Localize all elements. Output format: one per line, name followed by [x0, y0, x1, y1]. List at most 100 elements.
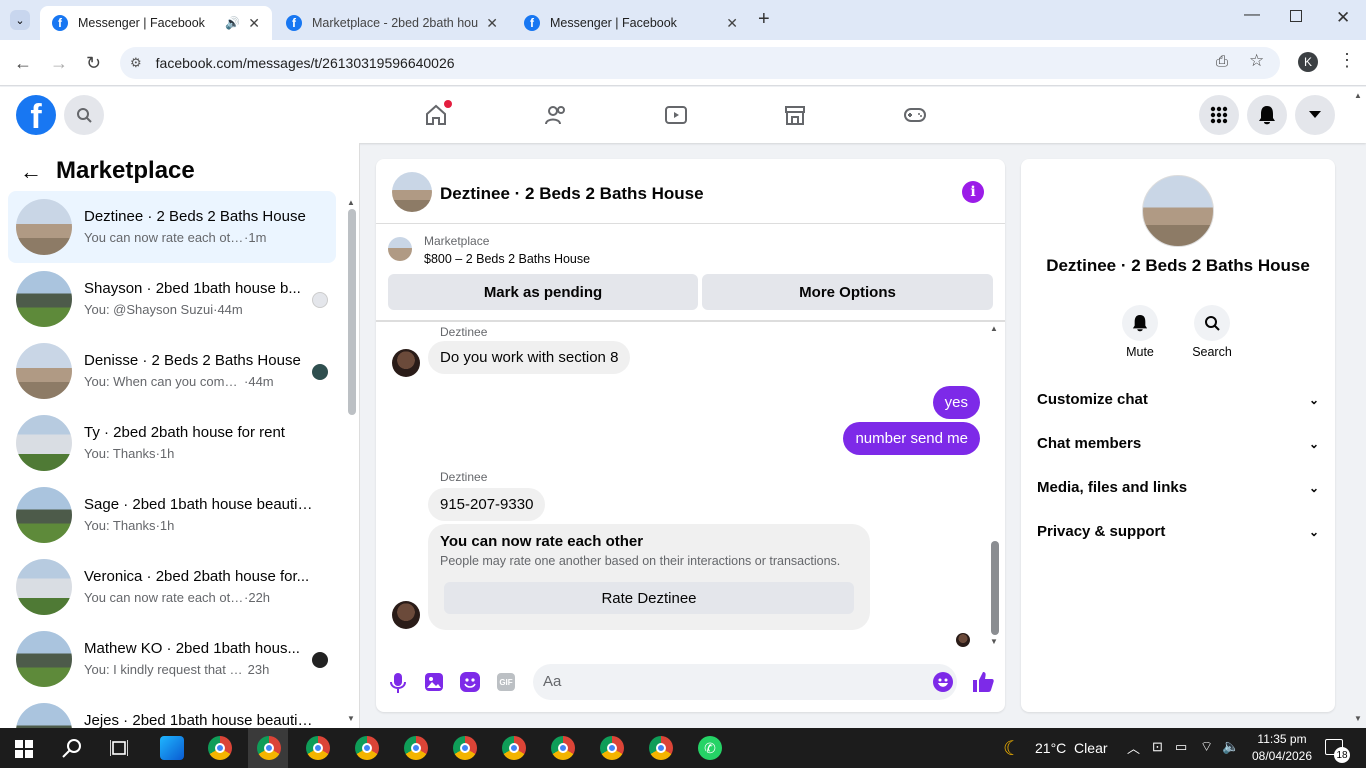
conversation-item[interactable]: Shayson · 2bed 1bath house b... You: @Sh…	[8, 263, 336, 335]
edge-browser-icon[interactable]	[160, 736, 184, 760]
mute-bell-icon[interactable]	[1122, 305, 1158, 341]
windows-start-icon[interactable]	[15, 740, 33, 758]
message-bubble[interactable]: 915-207-9330	[428, 488, 546, 521]
url-omnibox[interactable]: ⚙ facebook.com/messages/t/26130319596640…	[120, 47, 1280, 79]
bookmark-star-icon[interactable]: ☆	[1249, 51, 1264, 71]
chat-avatar[interactable]	[392, 172, 432, 212]
conversation-item[interactable]: Deztinee · 2 Beds 2 Baths House You can …	[8, 191, 336, 263]
browser-menu-icon[interactable]: ⋮	[1338, 50, 1356, 71]
conversation-item[interactable]: Denisse · 2 Beds 2 Baths House You: When…	[8, 335, 336, 407]
chrome-icon[interactable]	[600, 736, 624, 760]
section-privacy-support[interactable]: Privacy & support ⌄	[1037, 523, 1319, 540]
reload-icon[interactable]: ↻	[86, 53, 101, 74]
chrome-icon[interactable]	[404, 736, 428, 760]
back-icon[interactable]: ←	[14, 53, 32, 74]
conversation-item[interactable]: Ty · 2bed 2bath house for rent You: Than…	[8, 407, 336, 479]
thumbs-up-icon[interactable]	[972, 671, 994, 693]
chrome-icon[interactable]	[355, 736, 379, 760]
profile-photo[interactable]	[1142, 175, 1214, 247]
install-app-icon[interactable]: ⎙	[1216, 53, 1228, 70]
weather-moon-icon[interactable]: ☾	[1003, 736, 1021, 761]
url-text[interactable]: facebook.com/messages/t/2613031959664002…	[156, 55, 455, 71]
notifications-bell-icon[interactable]	[1247, 95, 1287, 135]
account-dropdown-icon[interactable]	[1295, 95, 1335, 135]
clock-time[interactable]: 11:35 pm	[1250, 732, 1314, 746]
mark-as-pending-button[interactable]: Mark as pending	[388, 274, 698, 310]
chat-title[interactable]: Deztinee · 2 Beds 2 Baths House	[440, 184, 704, 204]
weather-text[interactable]: 21°C Clear	[1035, 740, 1108, 756]
back-arrow-icon[interactable]: ←	[20, 159, 42, 185]
speaker-icon[interactable]: 🔊	[225, 16, 240, 30]
meet-now-icon[interactable]: ⊡	[1152, 739, 1163, 755]
close-tab-icon[interactable]: ✕	[248, 15, 260, 32]
battery-icon[interactable]: ▭	[1175, 739, 1187, 755]
scroll-down-icon[interactable]: ▼	[347, 714, 355, 723]
sticker-icon[interactable]	[460, 672, 480, 692]
volume-icon[interactable]: 🔈	[1222, 738, 1239, 755]
marketplace-icon[interactable]	[783, 103, 807, 127]
scroll-up-icon[interactable]: ▲	[990, 324, 998, 333]
minimize-icon[interactable]: —	[1244, 6, 1260, 24]
forward-icon[interactable]: →	[50, 53, 68, 74]
scroll-down-icon[interactable]: ▼	[990, 637, 998, 646]
close-tab-icon[interactable]: ✕	[726, 15, 738, 32]
tab-messenger-2[interactable]: f Messenger | Facebook ✕	[512, 6, 750, 40]
chrome-icon[interactable]	[257, 736, 281, 760]
search-in-chat-icon[interactable]	[1194, 305, 1230, 341]
profile-avatar[interactable]: K	[1298, 52, 1318, 72]
chrome-icon[interactable]	[551, 736, 575, 760]
tab-marketplace[interactable]: f Marketplace - 2bed 2bath hous ✕	[274, 6, 510, 40]
tab-messenger-1[interactable]: f Messenger | Facebook 🔊 ✕	[40, 6, 272, 40]
site-info-icon[interactable]: ⚙	[130, 55, 142, 71]
more-options-button[interactable]: More Options	[702, 274, 993, 310]
task-view-icon[interactable]	[110, 739, 128, 757]
close-window-icon[interactable]: ✕	[1336, 8, 1350, 28]
rate-button[interactable]: Rate Deztinee	[444, 582, 854, 614]
microphone-icon[interactable]	[390, 673, 406, 693]
sender-avatar[interactable]	[392, 349, 420, 377]
new-tab-icon[interactable]: +	[758, 8, 770, 31]
message-input[interactable]: Aa	[533, 664, 957, 700]
wifi-icon[interactable]: ⌔	[1200, 738, 1213, 756]
chrome-icon[interactable]	[306, 736, 330, 760]
page-scroll-up-icon[interactable]: ▲	[1354, 91, 1362, 100]
conversation-item[interactable]: Veronica · 2bed 2bath house for... You c…	[8, 551, 336, 623]
sender-avatar[interactable]	[392, 601, 420, 629]
chat-scrollbar[interactable]	[991, 541, 999, 635]
friends-icon[interactable]	[544, 103, 568, 127]
tray-chevron-icon[interactable]: ︿	[1127, 738, 1140, 757]
gif-icon[interactable]: GIF	[497, 673, 515, 691]
conversation-item[interactable]: Mathew KO · 2bed 1bath hous... You: I ki…	[8, 623, 336, 695]
sidebar-scrollbar[interactable]	[348, 209, 356, 415]
clock-date[interactable]: 08/04/2026	[1246, 749, 1318, 763]
video-icon[interactable]	[664, 103, 688, 127]
gaming-icon[interactable]	[903, 103, 927, 127]
info-icon[interactable]: i	[962, 181, 984, 203]
search-icon[interactable]	[64, 95, 104, 135]
conversation-item[interactable]: Jejes · 2bed 1bath house beautif...	[8, 695, 336, 728]
profile-name[interactable]: Deztinee · 2 Beds 2 Baths House	[1021, 256, 1335, 276]
listing-title[interactable]: $800 – 2 Beds 2 Baths House	[424, 252, 590, 266]
chrome-icon[interactable]	[453, 736, 477, 760]
chrome-icon[interactable]	[649, 736, 673, 760]
facebook-logo-icon[interactable]: f	[16, 95, 56, 135]
taskbar-search-icon[interactable]	[62, 738, 82, 758]
chrome-icon[interactable]	[208, 736, 232, 760]
chrome-icon[interactable]	[502, 736, 526, 760]
tab-search-chevron-icon[interactable]: ⌄	[10, 10, 30, 30]
scroll-up-icon[interactable]: ▲	[347, 198, 355, 208]
search-label[interactable]: Search	[1184, 345, 1240, 359]
message-bubble[interactable]: Do you work with section 8	[428, 341, 631, 374]
image-icon[interactable]	[425, 673, 443, 691]
close-tab-icon[interactable]: ✕	[486, 15, 498, 32]
conversation-item[interactable]: Sage · 2bed 1bath house beautif... You: …	[8, 479, 336, 551]
message-bubble[interactable]: number send me	[843, 422, 980, 455]
page-scroll-down-icon[interactable]: ▼	[1354, 714, 1362, 723]
section-customize-chat[interactable]: Customize chat ⌄	[1037, 391, 1319, 408]
section-chat-members[interactable]: Chat members ⌄	[1037, 435, 1319, 452]
whatsapp-icon[interactable]: ✆	[698, 736, 722, 760]
mute-label[interactable]: Mute	[1122, 345, 1158, 359]
menu-grid-icon[interactable]	[1199, 95, 1239, 135]
restore-icon[interactable]	[1290, 10, 1302, 22]
home-icon[interactable]	[424, 100, 452, 127]
